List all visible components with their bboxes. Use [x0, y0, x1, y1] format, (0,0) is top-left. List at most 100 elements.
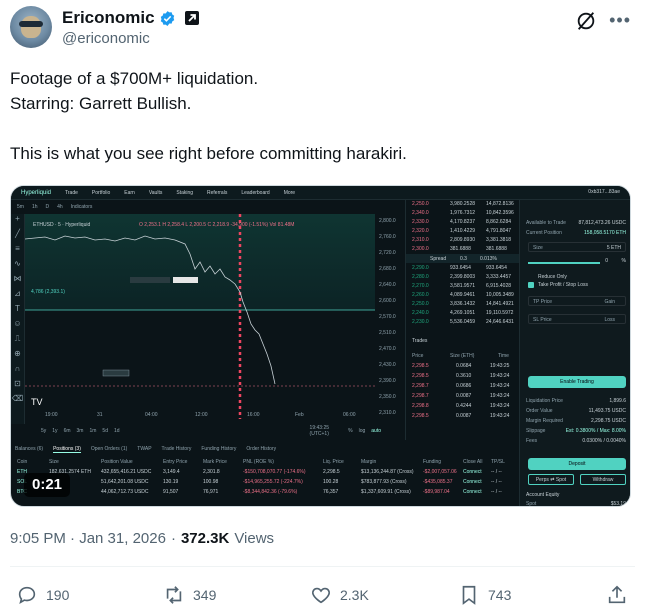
- ask-row: 2,310.0 2,809.8930 3,381.3818: [406, 236, 520, 244]
- col-funding: Funding: [423, 459, 442, 465]
- tweet-line-3: This is what you see right before commit…: [10, 144, 407, 163]
- margin-req-value: 2,298.75 USDC: [590, 418, 626, 424]
- like-count: 2.3K: [340, 587, 369, 603]
- bid-row: 2,230.0 5,536.0459 24,646.6431: [406, 318, 520, 326]
- slippage-value: Est: 0.3800% / Max: 8.00%: [565, 428, 626, 434]
- col-tpsl: TP/SL: [491, 459, 505, 465]
- ask-size: 381.6888: [450, 246, 471, 252]
- ask-size: 3,980.2528: [450, 201, 476, 207]
- nav-portfolio: Portfolio: [91, 189, 111, 196]
- bid-row: 2,270.0 3,581.9571 6,915.4028: [406, 282, 520, 290]
- time-tick: 06:00: [343, 412, 356, 418]
- bid-price: 2,260.0: [412, 292, 429, 298]
- bid-size: 4,089.9461: [450, 292, 476, 298]
- bid-price: 2,280.0: [412, 274, 429, 280]
- trade-row: 2,298.5 0.0087 19:43:24: [406, 412, 520, 420]
- price-tick: 2,570.0: [379, 314, 396, 320]
- share-icon: [608, 585, 626, 604]
- account-equity-label: Account Equity: [526, 492, 560, 498]
- range-bar: 5y 1y 6m 3m 1m 5d 1d 19:43:25 (UTC+1) % …: [41, 425, 381, 437]
- bid-size: 5,536.0459: [450, 319, 476, 325]
- tweet-text: Footage of a $700M+ liquidation. Starrin…: [10, 66, 630, 166]
- views-count: 372.3K: [180, 530, 230, 547]
- trade-price: 2,298.8: [412, 403, 429, 409]
- trade-row: 2,298.5 0.0684 19:43:25: [406, 362, 520, 370]
- video-player[interactable]: Hyperliquid Trade Portfolio Earn Vaults …: [10, 185, 631, 507]
- avatar[interactable]: [10, 6, 52, 48]
- repost-button[interactable]: 349: [163, 584, 216, 606]
- price-tick: 2,600.0: [379, 298, 396, 304]
- chart-clock: 19:43:25 (UTC+1): [309, 425, 330, 437]
- pos-value: 44,062,712.73 USDC: [101, 489, 149, 495]
- pos-entry: 3,149.4: [163, 469, 180, 475]
- pos-mark: 76,971: [203, 489, 219, 495]
- tweet-line-2: Starring: Garrett Bullish.: [10, 94, 192, 113]
- ask-row: 2,340.0 1,976.7312 10,842.3596: [406, 209, 520, 217]
- author-display-name[interactable]: Ericonomic: [62, 8, 155, 28]
- range-1m: 1m: [89, 428, 97, 434]
- grok-icon[interactable]: [575, 10, 597, 32]
- nav-staking: Staking: [176, 189, 194, 196]
- price-tick: 2,390.0: [379, 378, 396, 384]
- share-button[interactable]: [606, 584, 628, 606]
- pos-value: 432,655,416.21 USDC: [101, 469, 152, 475]
- ohlc-readout: O 2,253.1 H 2,258.4 L 2,200.5 C 2,218.9 …: [139, 222, 295, 228]
- interval-1h: 1h: [31, 203, 38, 210]
- trading-screen: Hyperliquid Trade Portfolio Earn Vaults …: [11, 186, 630, 506]
- bid-size: 4,269.1051: [450, 310, 476, 316]
- bid-price: 2,250.0: [412, 301, 429, 307]
- author-handle[interactable]: @ericonomic: [62, 30, 150, 47]
- pos-pnl: -$150,708,070.77 (-174.6%): [243, 469, 306, 475]
- tweet-line-1: Footage of a $700M+ liquidation.: [10, 69, 259, 88]
- ask-total: 10,842.3596: [486, 210, 514, 216]
- trade-row: 2,298.8 0.4244 19:43:24: [406, 402, 520, 410]
- more-options-icon[interactable]: •••: [609, 11, 631, 29]
- nav-trade: Trade: [65, 189, 78, 196]
- bookmark-count: 743: [488, 587, 512, 603]
- liq-label-box: [102, 369, 130, 377]
- ask-price: 2,340.0: [412, 210, 429, 216]
- reply-icon: [18, 586, 36, 605]
- range-5d: 5d: [102, 428, 108, 434]
- spot-label: Spot: [526, 501, 537, 507]
- range-3m: 3m: [76, 428, 84, 434]
- ask-total: 8,862.6284: [486, 219, 512, 225]
- pattern-icon: ⋈: [13, 274, 22, 283]
- ask-price: 2,330.0: [412, 219, 429, 225]
- col-margin: Margin: [361, 459, 377, 465]
- price-tick: 2,760.0: [379, 234, 396, 240]
- tab-funding-history: Funding History: [201, 446, 237, 452]
- trade-row: 2,298.5 0.3610 19:43:24: [406, 372, 520, 380]
- trade-size: 0.0087: [456, 413, 472, 419]
- zoom-icon: ⊕: [14, 349, 21, 358]
- bid-row: 2,250.0 3,836.1432 14,841.4921: [406, 300, 520, 308]
- ask-row: 2,300.0 381.6888 381.6888: [406, 245, 520, 253]
- ask-total: 381.6888: [486, 246, 507, 252]
- trade-time: 19:43:24: [490, 393, 510, 399]
- nav-referrals: Referrals: [207, 189, 228, 196]
- price-tick: 2,350.0: [379, 394, 396, 400]
- spot-value: $53.19: [610, 501, 626, 507]
- size-unit: 5 ETH: [606, 245, 621, 251]
- ask-row: 2,250.0 3,980.2528 14,872.8136: [406, 200, 520, 208]
- post-time[interactable]: 9:05 PM · Jan 31, 2026: [10, 530, 166, 547]
- margin-req-label: Margin Required: [526, 418, 563, 424]
- price-tick: 2,640.0: [379, 282, 396, 288]
- measure-icon: ⊿: [14, 289, 21, 298]
- tab-twap: TWAP: [137, 446, 152, 452]
- tab-positions: Positions (3): [53, 445, 81, 453]
- pos-value: 51,642,201.08 USDC: [101, 479, 149, 485]
- time-tick: 31: [97, 412, 103, 418]
- pos-close: Connect: [463, 479, 482, 485]
- repost-count: 349: [193, 587, 217, 603]
- order-value-value: 11,493.75 USDC: [588, 408, 626, 414]
- bookmark-button[interactable]: 743: [458, 584, 511, 606]
- lock-icon: ⊡: [14, 379, 21, 388]
- reply-button[interactable]: 190: [16, 584, 69, 606]
- ask-size: 2,809.8930: [450, 237, 476, 243]
- like-button[interactable]: 2.3K: [310, 584, 369, 606]
- pos-liq: 100.28: [323, 479, 339, 485]
- name-row: Ericonomic: [62, 8, 200, 28]
- interval-d: D: [45, 203, 50, 210]
- pair-label: ETHUSD · 5 · Hyperliquid: [33, 222, 91, 228]
